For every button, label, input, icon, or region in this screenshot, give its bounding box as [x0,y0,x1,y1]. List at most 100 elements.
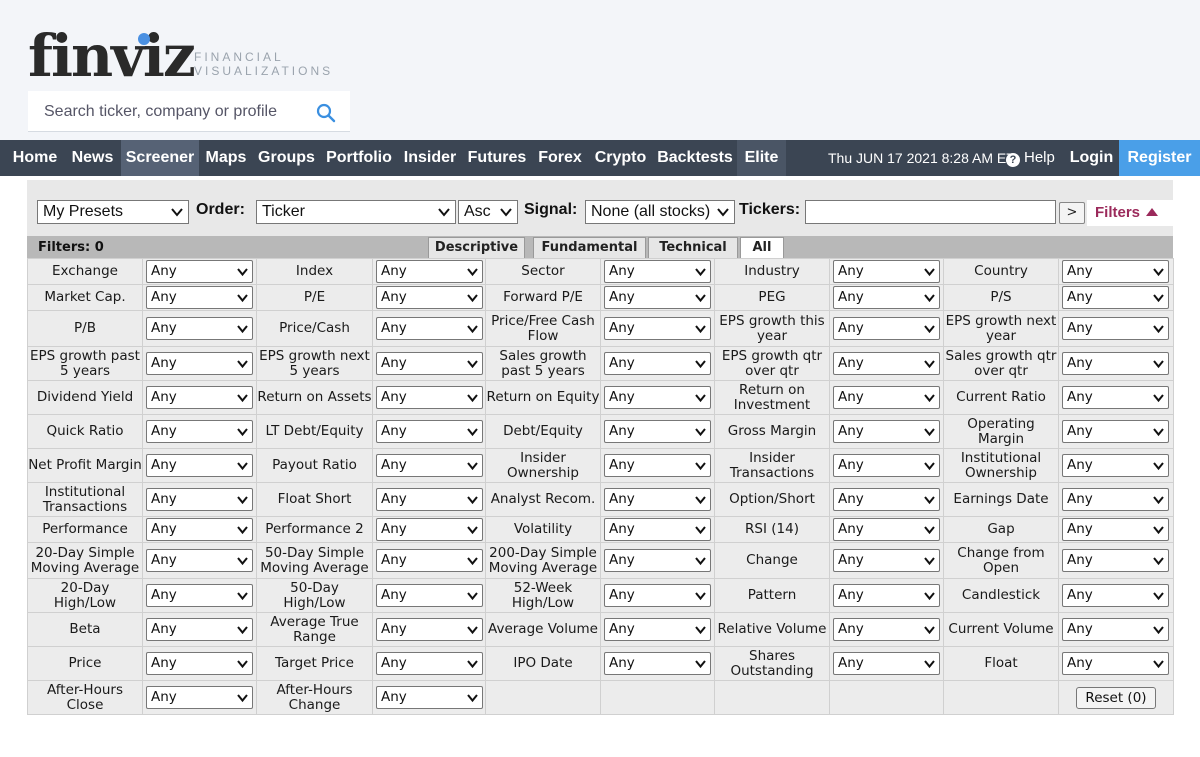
filter-select[interactable]: Any [1062,652,1169,675]
filter-select[interactable]: Any [604,618,711,641]
search-input[interactable] [28,91,308,132]
order-select[interactable]: Ticker [256,200,456,224]
filter-select[interactable]: Any [1062,584,1169,607]
filter-select[interactable]: Any [376,518,483,541]
filter-select[interactable]: Any [376,386,483,409]
filters-toggle[interactable]: Filters [1087,200,1173,226]
filter-select[interactable]: Any [146,454,253,477]
reset-button[interactable]: Reset (0) [1076,686,1156,709]
filter-select[interactable]: Any [146,549,253,572]
signal-select[interactable]: None (all stocks) [585,200,735,224]
tab-descriptive[interactable]: Descriptive [428,237,525,258]
filter-select[interactable]: Any [146,518,253,541]
filter-select[interactable]: Any [604,286,711,309]
filter-select[interactable]: Any [604,352,711,375]
presets-select[interactable]: My Presets [37,200,189,224]
nav-item-elite[interactable]: Elite [737,140,786,176]
nav-register[interactable]: Register [1119,140,1200,176]
nav-item-portfolio[interactable]: Portfolio [320,140,398,176]
filter-select[interactable]: Any [146,488,253,511]
filter-select[interactable]: Any [376,454,483,477]
filter-select[interactable]: Any [833,420,940,443]
filter-select[interactable]: Any [833,584,940,607]
filter-select[interactable]: Any [376,686,483,709]
filter-select-value: Any [609,423,635,439]
filter-select[interactable]: Any [833,454,940,477]
filter-select[interactable]: Any [376,286,483,309]
nav-item-crypto[interactable]: Crypto [588,140,653,176]
nav-item-home[interactable]: Home [0,140,70,176]
filter-select[interactable]: Any [833,317,940,340]
filter-select[interactable]: Any [1062,352,1169,375]
search-icon[interactable] [316,103,336,123]
filter-select[interactable]: Any [833,386,940,409]
filter-select[interactable]: Any [146,317,253,340]
filter-select[interactable]: Any [376,260,483,283]
filter-select[interactable]: Any [604,386,711,409]
tickers-go-button[interactable]: > [1059,202,1085,224]
filter-select[interactable]: Any [604,584,711,607]
filter-select[interactable]: Any [604,488,711,511]
filter-select[interactable]: Any [376,618,483,641]
filter-select[interactable]: Any [376,488,483,511]
nav-item-maps[interactable]: Maps [199,140,253,176]
filter-select[interactable]: Any [146,652,253,675]
filter-select[interactable]: Any [1062,518,1169,541]
nav-item-forex[interactable]: Forex [532,140,588,176]
filter-select[interactable]: Any [146,386,253,409]
filter-select[interactable]: Any [833,618,940,641]
filter-select[interactable]: Any [604,549,711,572]
filter-select[interactable]: Any [604,317,711,340]
filter-select[interactable]: Any [1062,317,1169,340]
filter-select[interactable]: Any [604,420,711,443]
tab-all[interactable]: All [740,237,784,258]
filter-select[interactable]: Any [833,286,940,309]
filter-select[interactable]: Any [146,420,253,443]
filter-select[interactable]: Any [604,652,711,675]
filter-select[interactable]: Any [833,352,940,375]
tickers-input[interactable] [805,200,1056,224]
filter-select[interactable]: Any [376,584,483,607]
nav-item-backtests[interactable]: Backtests [653,140,737,176]
nav-item-screener[interactable]: Screener [121,140,199,176]
filter-select[interactable]: Any [1062,618,1169,641]
nav-login[interactable]: Login [1064,140,1119,176]
filter-select[interactable]: Any [146,584,253,607]
filter-select[interactable]: Any [376,549,483,572]
filter-select[interactable]: Any [1062,488,1169,511]
filter-select[interactable]: Any [833,652,940,675]
filter-select[interactable]: Any [376,317,483,340]
filter-select[interactable]: Any [1062,286,1169,309]
filter-select[interactable]: Any [604,518,711,541]
filter-select[interactable]: Any [376,652,483,675]
tab-technical[interactable]: Technical [648,237,738,258]
filter-select[interactable]: Any [604,260,711,283]
filter-value-cell: Any [142,380,257,415]
filter-select[interactable]: Any [833,549,940,572]
filter-value-cell: Any [372,516,486,543]
nav-item-futures[interactable]: Futures [462,140,532,176]
filter-select[interactable]: Any [833,488,940,511]
filter-select[interactable]: Any [146,686,253,709]
filter-select[interactable]: Any [146,618,253,641]
order-direction-select[interactable]: Asc [458,200,518,224]
filter-select[interactable]: Any [376,352,483,375]
filter-select[interactable]: Any [1062,454,1169,477]
tab-fundamental[interactable]: Fundamental [533,237,646,258]
nav-item-news[interactable]: News [64,140,121,176]
filter-select[interactable]: Any [146,260,253,283]
filter-select[interactable]: Any [1062,386,1169,409]
nav-help[interactable]: ? Help [1006,140,1055,176]
filter-select[interactable]: Any [146,352,253,375]
filter-select[interactable]: Any [1062,420,1169,443]
filter-select[interactable]: Any [833,518,940,541]
nav-item-insider[interactable]: Insider [398,140,462,176]
filter-select[interactable]: Any [376,420,483,443]
nav-item-groups[interactable]: Groups [253,140,320,176]
filter-select[interactable]: Any [146,286,253,309]
filter-select[interactable]: Any [833,260,940,283]
filter-select[interactable]: Any [1062,260,1169,283]
filter-select[interactable]: Any [604,454,711,477]
finviz-logo[interactable]: finviz FINANCIAL VISUALIZATIONS [28,26,330,86]
filter-select[interactable]: Any [1062,549,1169,572]
